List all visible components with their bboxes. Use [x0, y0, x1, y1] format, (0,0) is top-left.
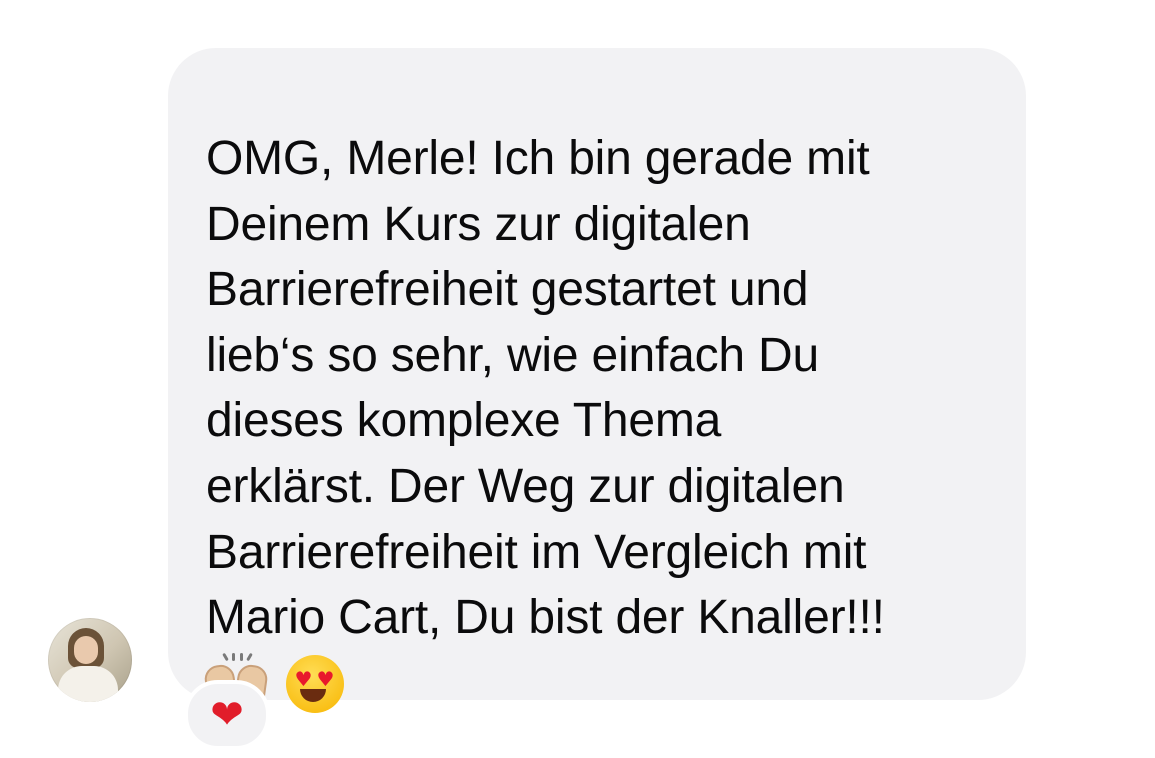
message-text-line: Deinem Kurs zur digitalen: [206, 197, 751, 251]
message-text-line: dieses komplexe Thema: [206, 394, 722, 448]
message-text-line: lieb‘s so sehr, wie einfach Du: [206, 328, 819, 382]
message-text-line: OMG, Merle! Ich bin gerade mit: [206, 132, 870, 185]
message-text-line: Barrierefreiheit gestartet und: [206, 263, 809, 317]
message-text-line: Mario Cart, Du bist der Knaller!!!: [206, 591, 885, 645]
avatar-face: [74, 636, 98, 664]
red-heart-icon: ❤: [210, 692, 244, 738]
avatar-shirt: [58, 666, 118, 702]
message-emoji-row: ♥ ♥: [202, 652, 986, 719]
sender-avatar[interactable]: [48, 618, 132, 702]
message-reaction[interactable]: ❤: [184, 680, 270, 750]
message-text-line: erklärst. Der Weg zur digitalen: [206, 459, 845, 513]
message-bubble[interactable]: OMG, Merle! Ich bin gerade mit Deinem Ku…: [168, 48, 1026, 713]
message-text-line: Barrierefreiheit im Vergleich mit: [206, 525, 867, 579]
heart-eyes-face-icon: ♥ ♥: [284, 653, 346, 715]
